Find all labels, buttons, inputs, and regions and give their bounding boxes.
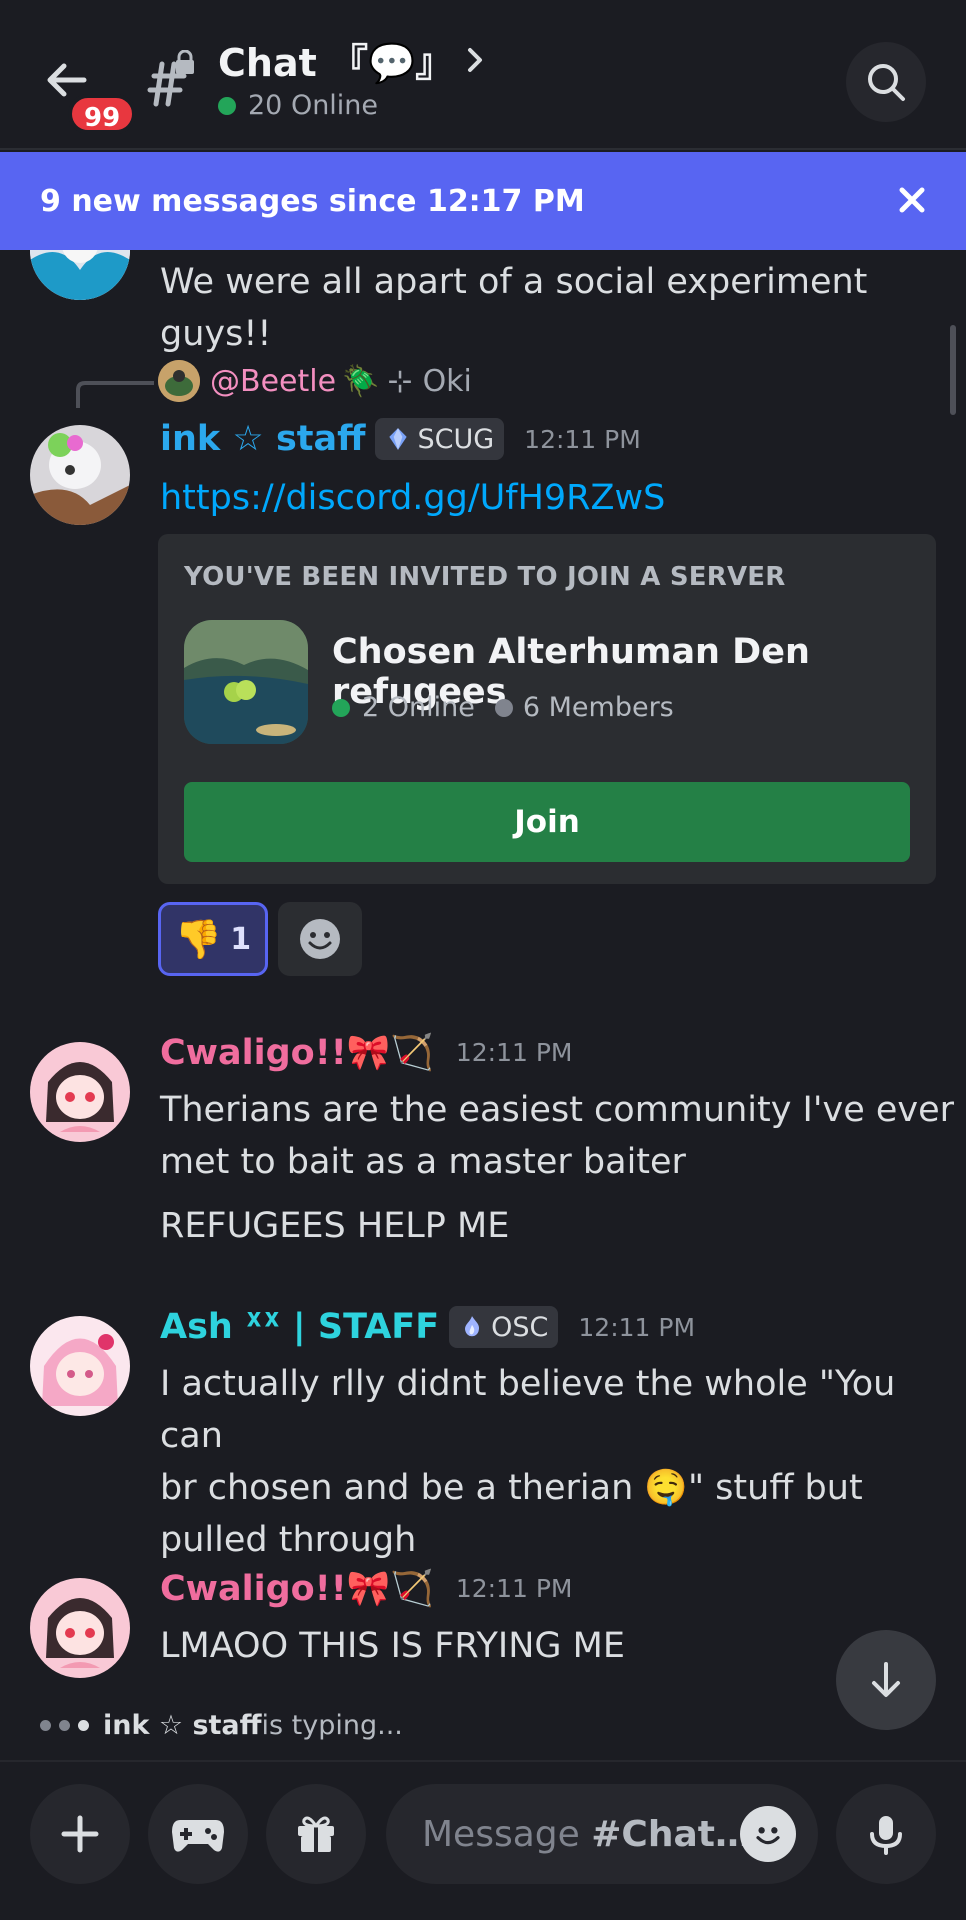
online-count: 20 Online bbox=[218, 90, 378, 121]
avatar[interactable] bbox=[30, 1578, 130, 1678]
reaction-count: 1 bbox=[230, 921, 252, 957]
timestamp: 12:11 PM bbox=[455, 1038, 573, 1067]
online-dot-icon bbox=[218, 96, 236, 115]
chevron-right-icon[interactable] bbox=[460, 40, 490, 80]
composer-bar: Message #Chat… bbox=[0, 1760, 966, 1920]
scrollbar[interactable] bbox=[950, 325, 956, 415]
close-icon[interactable] bbox=[892, 180, 932, 220]
new-messages-banner[interactable]: 9 new messages since 12:17 PM bbox=[0, 152, 966, 250]
reaction-thumbs-down[interactable]: 👎 1 bbox=[158, 902, 268, 976]
message-header: Ash ᕽᕽ | STAFF OSC 12:11 PM bbox=[160, 1306, 695, 1348]
message-text: LMAOO THIS IS FRYING ME bbox=[160, 1626, 625, 1666]
username[interactable]: ink ☆ staff bbox=[160, 419, 365, 459]
channel-title[interactable]: Chat 『💬』 bbox=[218, 32, 453, 87]
server-tag[interactable]: SCUG bbox=[375, 418, 505, 460]
typing-suffix: is typing... bbox=[261, 1710, 403, 1741]
beetle-emoji: 🪲 bbox=[342, 363, 380, 399]
server-online: 2 Online bbox=[362, 692, 475, 723]
invite-heading: YOU'VE BEEN INVITED TO JOIN A SERVER bbox=[184, 562, 786, 592]
message-line: met to bait as a master baiter bbox=[160, 1142, 686, 1182]
new-messages-text: 9 new messages since 12:17 PM bbox=[40, 183, 585, 219]
reply-preview[interactable]: @Beetle 🪲 ⊹ Oki bbox=[158, 360, 472, 402]
reply-avatar bbox=[158, 360, 200, 402]
invite-card: YOU'VE BEEN INVITED TO JOIN A SERVER Cho… bbox=[158, 534, 936, 884]
gamepad-icon bbox=[172, 1820, 224, 1852]
add-reaction-button[interactable] bbox=[278, 902, 362, 976]
reply-text: Oki bbox=[422, 363, 472, 399]
activities-button[interactable] bbox=[148, 1784, 248, 1884]
timestamp: 12:11 PM bbox=[524, 424, 641, 454]
smile-icon bbox=[756, 1827, 780, 1845]
attach-button[interactable] bbox=[30, 1784, 130, 1884]
reply-separator: ⊹ bbox=[387, 363, 413, 399]
message-header: Cwaligo!!🎀🏹 12:11 PM bbox=[160, 1032, 572, 1073]
username[interactable]: Cwaligo!!🎀🏹 bbox=[160, 1568, 434, 1609]
reply-username: @Beetle bbox=[210, 363, 337, 399]
message-text: REFUGEES HELP ME bbox=[160, 1206, 510, 1246]
search-button[interactable] bbox=[846, 42, 926, 122]
message-text: Therians are the easiest community I've … bbox=[160, 1084, 954, 1188]
thumbs-down-emoji: 👎 bbox=[174, 916, 223, 961]
message-placeholder-prefix: Message bbox=[422, 1813, 592, 1855]
server-stats: 2 Online 6 Members bbox=[332, 692, 674, 723]
avatar[interactable] bbox=[30, 250, 130, 300]
message-text: We were all apart of a social experiment… bbox=[160, 262, 868, 354]
server-members: 6 Members bbox=[522, 692, 674, 723]
message-line: pulled through bbox=[160, 1520, 417, 1560]
scroll-to-bottom-button[interactable] bbox=[836, 1630, 936, 1730]
gift-button[interactable] bbox=[266, 1784, 366, 1884]
username[interactable]: Cwaligo!!🎀🏹 bbox=[160, 1032, 434, 1073]
search-icon bbox=[868, 64, 905, 101]
message-text: I actually rlly didnt believe the whole … bbox=[160, 1358, 966, 1566]
timestamp: 12:11 PM bbox=[578, 1312, 696, 1342]
typing-user: ink ☆ staff bbox=[103, 1710, 262, 1741]
join-button[interactable]: Join bbox=[184, 782, 910, 862]
online-count-text: 20 Online bbox=[248, 90, 379, 121]
message-line: Therians are the easiest community I've … bbox=[160, 1090, 955, 1130]
voice-message-button[interactable] bbox=[836, 1784, 936, 1884]
message-line: I actually rlly didnt believe the whole … bbox=[160, 1364, 896, 1456]
avatar[interactable] bbox=[30, 1042, 130, 1142]
online-dot-icon bbox=[332, 698, 350, 717]
typing-indicator: ink ☆ staff is typing... bbox=[40, 1710, 403, 1741]
server-tag-text: OSC bbox=[491, 1311, 549, 1343]
message-line: br chosen and be a therian 🤤" stuff but bbox=[160, 1468, 863, 1508]
microphone-icon bbox=[870, 1816, 902, 1855]
arrow-down-icon bbox=[872, 1662, 900, 1697]
unread-badge: 99 bbox=[68, 94, 137, 134]
gem-icon bbox=[389, 428, 408, 450]
message-header: ink ☆ staff SCUG 12:11 PM bbox=[160, 418, 641, 460]
typing-dots-icon bbox=[40, 1720, 89, 1731]
message-input[interactable]: Message #Chat… bbox=[386, 1784, 818, 1884]
message-header: Cwaligo!!🎀🏹 12:11 PM bbox=[160, 1568, 572, 1609]
emoji-button[interactable] bbox=[740, 1806, 796, 1862]
avatar[interactable] bbox=[30, 1316, 130, 1416]
invite-link[interactable]: https://discord.gg/UfH9RZwS bbox=[160, 472, 665, 524]
username[interactable]: Ash ᕽᕽ | STAFF bbox=[160, 1307, 439, 1347]
server-icon bbox=[184, 620, 308, 744]
channel-title-text: Chat 『💬』 bbox=[218, 41, 454, 85]
reply-connector bbox=[76, 381, 154, 408]
timestamp: 12:11 PM bbox=[455, 1574, 573, 1603]
gift-icon bbox=[298, 1816, 334, 1852]
server-tag-text: SCUG bbox=[417, 423, 495, 455]
smile-icon bbox=[300, 919, 340, 959]
plus-icon bbox=[61, 1815, 99, 1853]
locked-channel-icon bbox=[140, 49, 200, 110]
avatar[interactable] bbox=[30, 425, 130, 525]
message-list[interactable]: We were all apart of a social experiment… bbox=[0, 250, 966, 1760]
members-dot-icon bbox=[494, 698, 513, 717]
flame-icon bbox=[465, 1316, 480, 1337]
message-placeholder-channel: #Chat… bbox=[591, 1813, 751, 1855]
server-tag[interactable]: OSC bbox=[449, 1306, 559, 1348]
header: 99 Chat 『💬』 20 Online bbox=[0, 0, 966, 150]
